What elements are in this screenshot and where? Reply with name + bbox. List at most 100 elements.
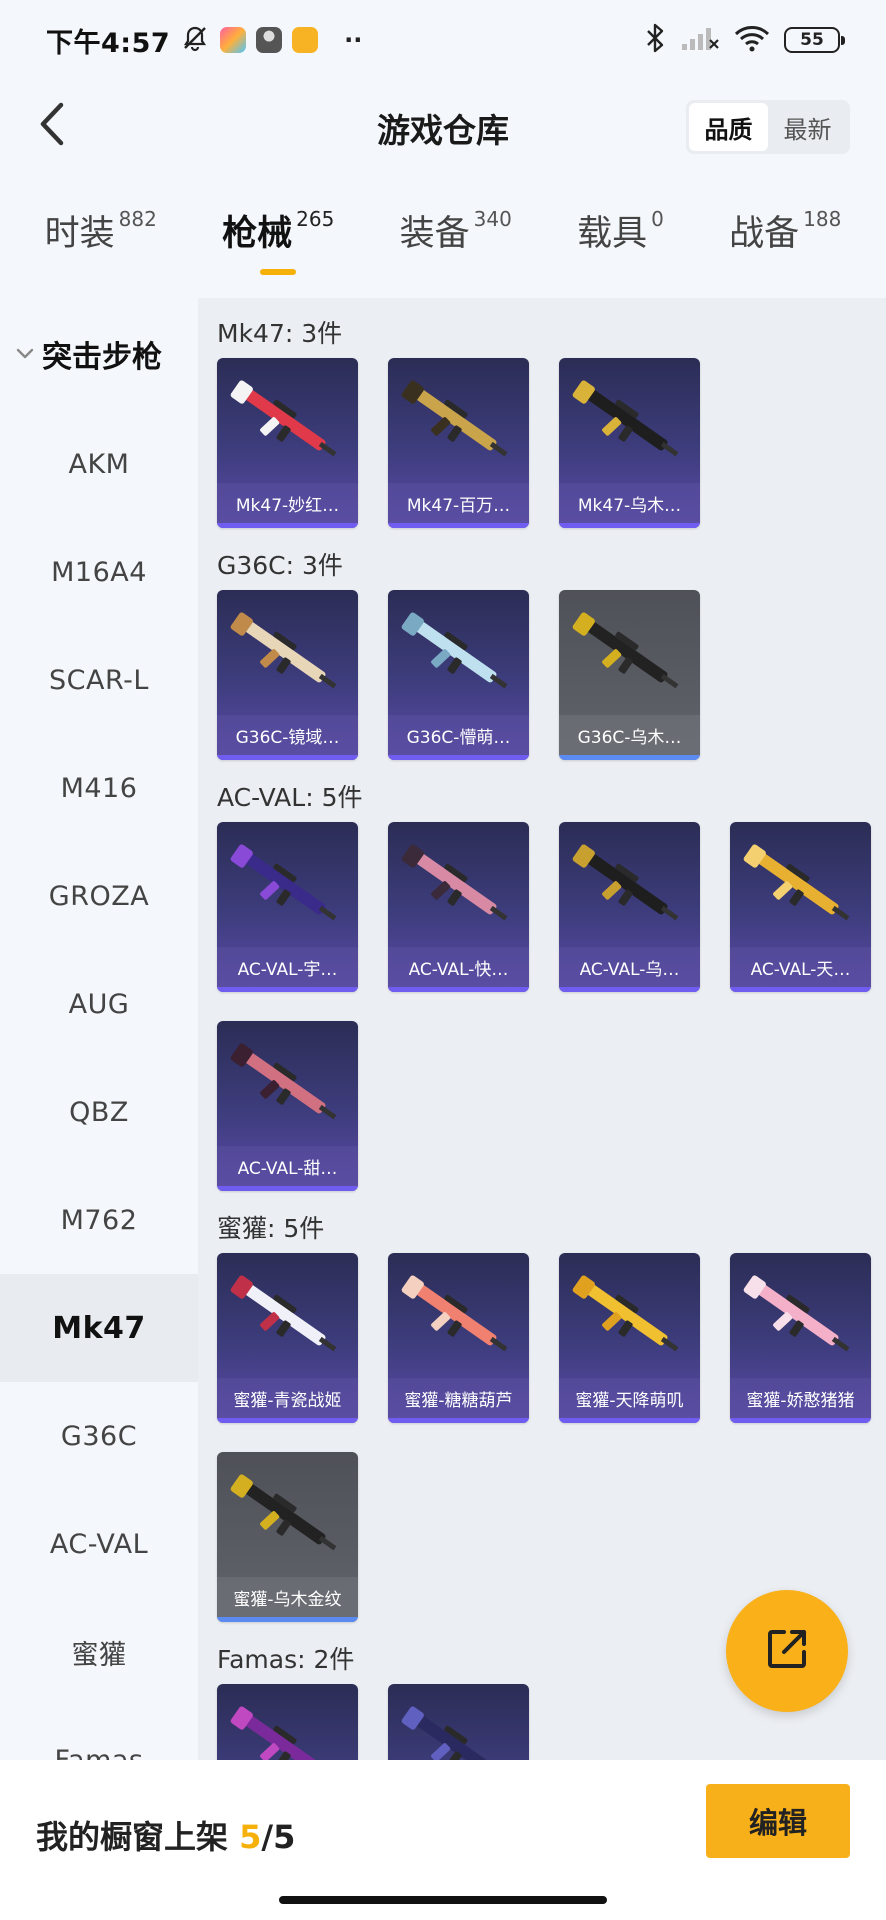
sidebar-item-famas[interactable]: Famas bbox=[0, 1706, 198, 1761]
skin-card[interactable]: 蜜獾-青瓷战姬 bbox=[217, 1253, 358, 1423]
skin-name: Mk47-乌木… bbox=[577, 495, 682, 516]
skin-name-bar: G36C-懵萌… bbox=[388, 715, 529, 755]
quality-strip bbox=[559, 523, 700, 528]
skin-name: 蜜獾-糖糖葫芦 bbox=[404, 1390, 513, 1411]
tab-equipment[interactable]: 装备 340 bbox=[400, 205, 512, 285]
rifle-skin-icon bbox=[401, 844, 508, 921]
tab-count: 265 bbox=[296, 207, 335, 231]
quality-strip bbox=[730, 1418, 871, 1423]
quality-strip bbox=[559, 1418, 700, 1423]
sort-toggle: 品质 最新 bbox=[686, 100, 850, 154]
tab-vehicles[interactable]: 载具 0 bbox=[577, 205, 664, 285]
sidebar-group-label: 突击步枪 bbox=[42, 340, 162, 375]
quality-strip bbox=[217, 523, 358, 528]
sidebar-group-assault-rifle[interactable]: 突击步枪 bbox=[0, 298, 198, 410]
game-app-icon bbox=[220, 27, 247, 53]
skin-name: 蜜獾-天降萌叽 bbox=[575, 1390, 684, 1411]
skin-card[interactable] bbox=[388, 1684, 529, 1760]
quality-strip bbox=[217, 1418, 358, 1423]
tab-label: 战备 bbox=[729, 214, 800, 254]
tab-supplies[interactable]: 战备 188 bbox=[729, 205, 841, 285]
skin-card[interactable]: G36C-乌木… bbox=[559, 590, 700, 760]
tab-weapons[interactable]: 枪械 265 bbox=[222, 205, 334, 285]
weapon-category-sidebar: 突击步枪 AKM M16A4 SCAR-L M416 GROZA AUG QBZ… bbox=[0, 298, 198, 1760]
skin-card[interactable]: AC-VAL-宇… bbox=[217, 822, 358, 992]
skin-card[interactable]: G36C-懵萌… bbox=[388, 590, 529, 760]
skin-name-bar: G36C-乌木… bbox=[559, 715, 700, 755]
quality-strip bbox=[217, 755, 358, 760]
sidebar-item-m16a4[interactable]: M16A4 bbox=[0, 518, 198, 626]
rifle-skin-icon bbox=[572, 844, 679, 921]
skin-card[interactable]: 蜜獾-乌木金纹 bbox=[217, 1452, 358, 1622]
skin-card[interactable]: AC-VAL-乌… bbox=[559, 822, 700, 992]
skin-card[interactable]: Mk47-妙红… bbox=[217, 358, 358, 528]
rifle-skin-icon bbox=[230, 1706, 326, 1760]
skin-name: 蜜獾-青瓷战姬 bbox=[233, 1390, 342, 1411]
home-indicator bbox=[279, 1896, 607, 1904]
section-title: 蜜獾: 5件 bbox=[217, 1214, 325, 1243]
skin-name-bar: 蜜獾-乌木金纹 bbox=[217, 1577, 358, 1617]
quality-strip bbox=[388, 987, 529, 992]
sidebar-item-aug[interactable]: AUG bbox=[0, 950, 198, 1058]
tab-label: 时装 bbox=[44, 214, 115, 254]
sidebar-item-m762[interactable]: M762 bbox=[0, 1166, 198, 1274]
skin-name-bar: AC-VAL-天… bbox=[730, 947, 871, 987]
skin-card[interactable]: Mk47-乌木… bbox=[559, 358, 700, 528]
skin-name-bar: 蜜獾-青瓷战姬 bbox=[217, 1378, 358, 1418]
skin-name-bar: 蜜獾-糖糖葫芦 bbox=[388, 1378, 529, 1418]
sort-by-newest-button[interactable]: 最新 bbox=[768, 103, 847, 151]
avatar-app-icon bbox=[256, 27, 283, 53]
skin-grid: G36C-镜域… G36C-懵萌… G36C-乌木… bbox=[217, 590, 886, 760]
quality-strip bbox=[559, 755, 700, 760]
skin-card[interactable] bbox=[217, 1684, 358, 1760]
tab-fashion[interactable]: 时装 882 bbox=[45, 205, 157, 285]
sidebar-item-ac-val[interactable]: AC-VAL bbox=[0, 1490, 198, 1598]
wifi-icon bbox=[734, 24, 770, 56]
skin-name: G36C-镜域… bbox=[235, 727, 340, 748]
skin-name-bar: AC-VAL-宇… bbox=[217, 947, 358, 987]
active-tab-indicator bbox=[260, 269, 297, 275]
skin-name: AC-VAL-快… bbox=[408, 959, 509, 980]
signal-icon bbox=[680, 24, 720, 56]
rifle-skin-icon bbox=[230, 380, 337, 457]
tab-count: 0 bbox=[651, 207, 664, 231]
rifle-skin-icon bbox=[743, 844, 850, 921]
share-fab-button[interactable] bbox=[726, 1590, 848, 1712]
bluetooth-icon bbox=[644, 23, 666, 57]
skin-name: Mk47-妙红… bbox=[235, 495, 340, 516]
rifle-skin-icon bbox=[401, 1706, 497, 1760]
skin-card[interactable]: AC-VAL-天… bbox=[730, 822, 871, 992]
tab-count: 340 bbox=[473, 207, 512, 231]
tab-count: 188 bbox=[803, 207, 842, 231]
bottom-bar: 我的橱窗上架 5/5 编辑 bbox=[0, 1760, 886, 1920]
skin-grid: 蜜獾-青瓷战姬 蜜獾-糖糖葫芦 蜜獾-天降萌叽 蜜獾-娇憨猪猪蜜獾-乌木金纹 bbox=[217, 1253, 886, 1622]
sidebar-item-honey-badger[interactable]: 蜜獾 bbox=[0, 1598, 198, 1706]
sidebar-item-scar-l[interactable]: SCAR-L bbox=[0, 626, 198, 734]
section-title: G36C: 3件 bbox=[217, 551, 343, 580]
sort-by-quality-button[interactable]: 品质 bbox=[689, 103, 768, 151]
sidebar-item-groza[interactable]: GROZA bbox=[0, 842, 198, 950]
skin-card[interactable]: 蜜獾-娇憨猪猪 bbox=[730, 1253, 871, 1423]
skin-name-bar: 蜜獾-娇憨猪猪 bbox=[730, 1378, 871, 1418]
skin-name: AC-VAL-天… bbox=[750, 959, 851, 980]
skin-card[interactable]: Mk47-百万… bbox=[388, 358, 529, 528]
sidebar-item-mk47[interactable]: Mk47 bbox=[0, 1274, 198, 1382]
edit-button[interactable]: 编辑 bbox=[706, 1784, 850, 1858]
skin-card[interactable]: 蜜獾-天降萌叽 bbox=[559, 1253, 700, 1423]
skin-card[interactable]: G36C-镜域… bbox=[217, 590, 358, 760]
skin-name-bar: AC-VAL-乌… bbox=[559, 947, 700, 987]
skin-name-bar: Mk47-百万… bbox=[388, 483, 529, 523]
sidebar-item-g36c[interactable]: G36C bbox=[0, 1382, 198, 1490]
rifle-skin-icon bbox=[230, 1275, 337, 1352]
sidebar-item-qbz[interactable]: QBZ bbox=[0, 1058, 198, 1166]
quality-strip bbox=[217, 1617, 358, 1622]
shelf-label: 我的橱窗上架 bbox=[36, 1818, 229, 1856]
sidebar-item-akm[interactable]: AKM bbox=[0, 410, 198, 518]
skin-name-bar: Mk47-妙红… bbox=[217, 483, 358, 523]
rifle-skin-icon bbox=[401, 380, 508, 457]
skin-card[interactable]: AC-VAL-甜… bbox=[217, 1021, 358, 1191]
sidebar-item-m416[interactable]: M416 bbox=[0, 734, 198, 842]
skin-card[interactable]: AC-VAL-快… bbox=[388, 822, 529, 992]
skin-card[interactable]: 蜜獾-糖糖葫芦 bbox=[388, 1253, 529, 1423]
rifle-skin-icon bbox=[572, 380, 679, 457]
